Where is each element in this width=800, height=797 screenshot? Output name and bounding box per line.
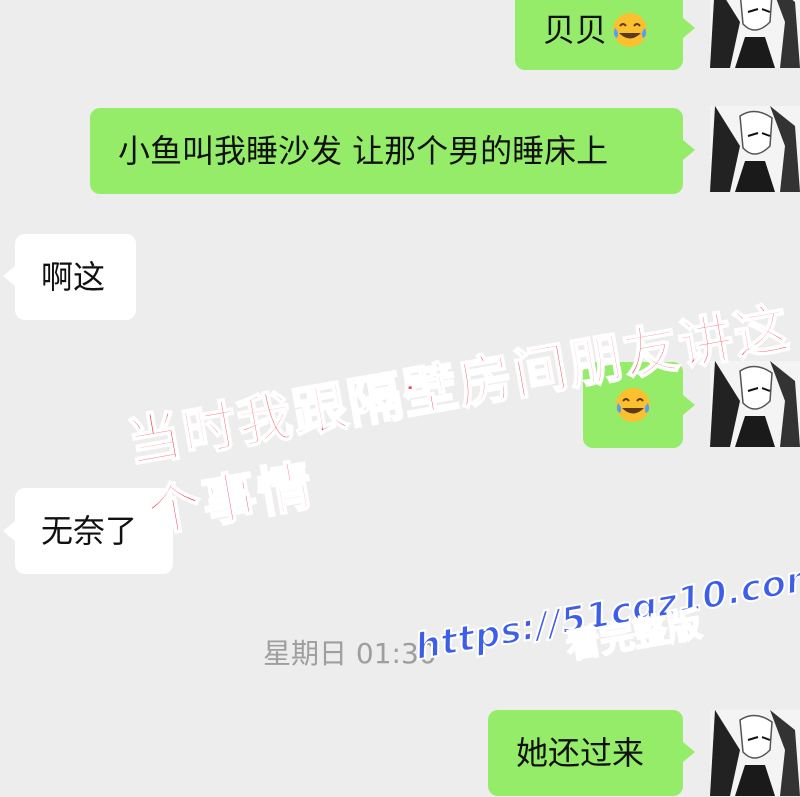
avatar-image [710,106,800,192]
bubble-tail [683,18,695,38]
message-text: 贝贝 [543,11,608,49]
outgoing-message-bubble[interactable]: 小鱼叫我睡沙发 让那个男的睡床上 [90,108,683,194]
bubble-tail [683,395,695,415]
message-text: 啊这 [41,258,106,296]
outgoing-message-bubble[interactable]: 贝贝 [515,0,683,70]
user-avatar[interactable] [710,0,800,68]
bubble-tail [683,140,695,160]
avatar-image [710,361,800,447]
message-text: 她还过来 [516,734,645,772]
outgoing-message-bubble[interactable]: 她还过来 [488,710,683,796]
incoming-message-bubble[interactable]: 啊这 [15,234,136,320]
bubble-tail [3,266,15,286]
red-caption-line-1: 当时我跟隔壁房间朋友讲这 [121,295,796,476]
avatar-image [710,710,800,796]
bubble-tail [683,742,695,762]
message-text: 小鱼叫我睡沙发 让那个男的睡床上 [118,132,609,170]
chat-timestamp: 星期日 01:30 [263,637,437,670]
crying-laughing-face-emoji [613,13,648,47]
user-avatar[interactable] [710,361,800,447]
message-text: 无奈了 [41,512,138,550]
bubble-tail [3,521,15,541]
user-avatar[interactable] [710,710,800,796]
user-avatar[interactable] [710,106,800,192]
avatar-image [710,0,800,68]
